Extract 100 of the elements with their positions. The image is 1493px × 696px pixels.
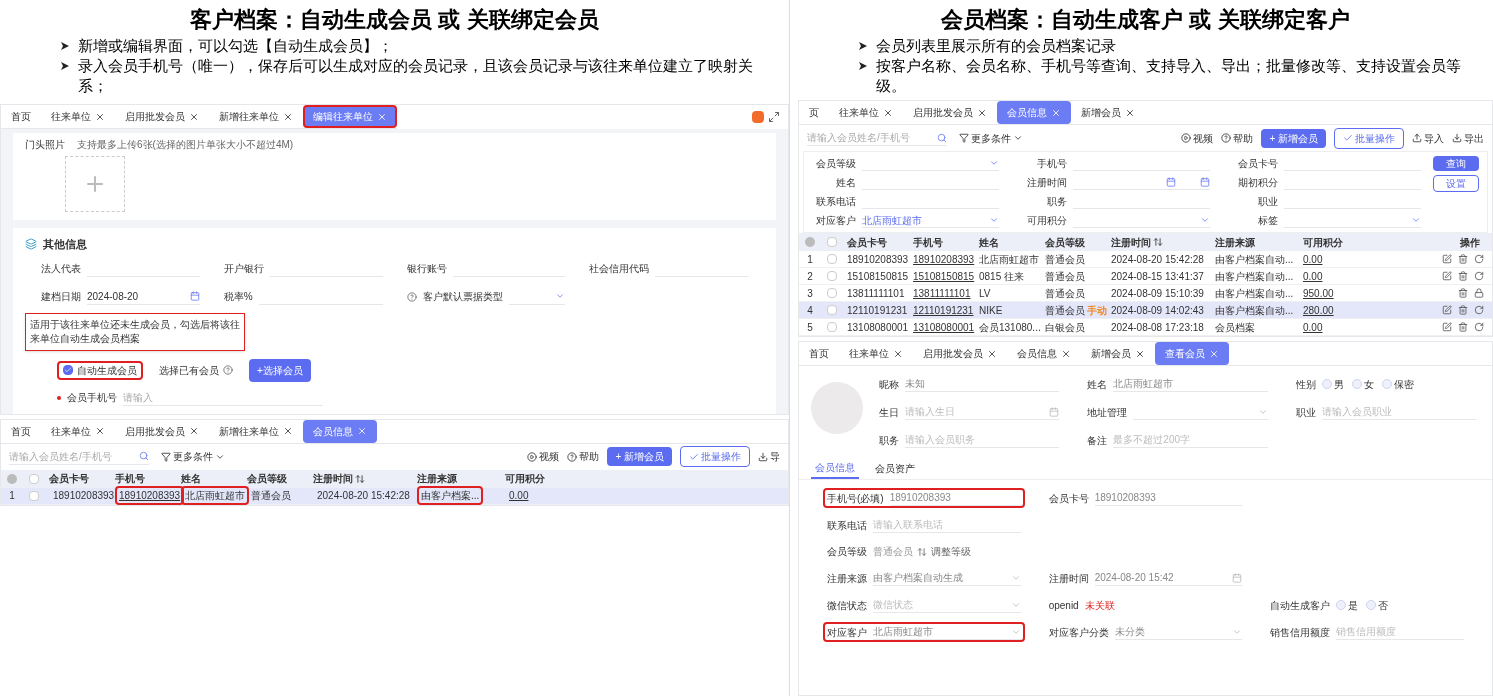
- page-tab[interactable]: 查看会员: [1155, 342, 1229, 365]
- page-tab[interactable]: 往来单位: [41, 105, 115, 128]
- close-icon[interactable]: [283, 426, 293, 436]
- table-cell[interactable]: 18910208393: [913, 251, 975, 267]
- export-button[interactable]: 导出: [1452, 130, 1484, 146]
- row-checkbox[interactable]: [827, 305, 837, 315]
- close-icon[interactable]: [95, 426, 105, 436]
- sort-icon[interactable]: [1153, 237, 1163, 247]
- input-field[interactable]: 未分类: [1114, 624, 1243, 640]
- page-tab[interactable]: 编辑往来单位: [303, 105, 397, 128]
- page-tab[interactable]: 首页: [1, 105, 41, 128]
- calendar-icon[interactable]: [1049, 406, 1060, 417]
- row-checkbox[interactable]: [827, 254, 837, 264]
- page-tab[interactable]: 新增会员: [1081, 342, 1155, 365]
- delete-icon[interactable]: [1458, 254, 1468, 264]
- close-icon[interactable]: [283, 111, 293, 122]
- fullscreen-icon[interactable]: [768, 111, 780, 123]
- page-tab[interactable]: 启用批发会员: [115, 419, 209, 443]
- page-tab[interactable]: 页: [799, 101, 829, 124]
- more-filters-button[interactable]: 更多条件: [959, 130, 1023, 146]
- input-field[interactable]: 北店雨虹超市: [873, 624, 1021, 640]
- page-tab[interactable]: 启用批发会员: [903, 101, 997, 124]
- refresh-icon[interactable]: [1474, 305, 1484, 315]
- close-icon[interactable]: [189, 426, 199, 436]
- radio-option[interactable]: 女: [1351, 376, 1374, 392]
- header-checkbox[interactable]: [827, 237, 837, 247]
- close-icon[interactable]: [189, 111, 199, 122]
- table-cell[interactable]: 15108150815: [913, 268, 975, 284]
- auto-member-checkbox[interactable]: 自动生成会员: [57, 360, 143, 380]
- page-tab[interactable]: 会员信息: [303, 419, 377, 443]
- delete-icon[interactable]: [1458, 288, 1468, 298]
- sub-tab[interactable]: 会员资产: [871, 459, 919, 478]
- radio-option[interactable]: 否: [1366, 597, 1389, 613]
- input-field[interactable]: 未知: [905, 376, 1060, 392]
- help-icon[interactable]: [223, 365, 233, 375]
- help-link[interactable]: 帮助: [1221, 130, 1254, 146]
- input-field[interactable]: 北店雨虹超市: [1113, 376, 1268, 392]
- input-field[interactable]: 2024-08-20 15:42: [1094, 570, 1243, 586]
- radio-option[interactable]: 是: [1336, 597, 1359, 613]
- close-icon[interactable]: [883, 107, 893, 118]
- calendar-icon[interactable]: [1166, 177, 1176, 187]
- delete-icon[interactable]: [1458, 322, 1468, 332]
- page-tab[interactable]: 往来单位: [41, 419, 115, 443]
- table-cell[interactable]: 12110191231: [913, 302, 974, 318]
- page-tab[interactable]: 会员信息: [997, 101, 1071, 124]
- table-cell[interactable]: 0.00: [1303, 251, 1323, 267]
- page-tab[interactable]: 新增会员: [1071, 101, 1145, 124]
- calendar-icon[interactable]: [189, 291, 200, 301]
- sub-tab[interactable]: 会员信息: [811, 458, 859, 479]
- choose-member-button[interactable]: +选择会员: [249, 358, 311, 382]
- table-cell[interactable]: 950.00: [1303, 285, 1334, 301]
- add-member-button[interactable]: + 新增会员: [1261, 128, 1326, 148]
- page-tab[interactable]: 往来单位: [839, 342, 913, 365]
- settings-button[interactable]: 设置: [1433, 175, 1479, 192]
- page-tab[interactable]: 首页: [799, 342, 839, 365]
- help-icon[interactable]: [406, 291, 417, 302]
- upload-box[interactable]: [65, 156, 125, 212]
- close-icon[interactable]: [95, 111, 105, 122]
- chevron-down-icon[interactable]: [989, 158, 999, 168]
- input-field[interactable]: 18910208393: [1094, 490, 1243, 506]
- row-checkbox[interactable]: [827, 288, 837, 298]
- page-tab[interactable]: 新增往来单位: [209, 419, 303, 443]
- refresh-icon[interactable]: [1474, 271, 1484, 281]
- edit-icon[interactable]: [1442, 322, 1452, 332]
- edit-icon[interactable]: [1442, 254, 1452, 264]
- calendar-icon[interactable]: [1232, 572, 1243, 583]
- adjust-level-link[interactable]: 调整等级: [931, 544, 971, 559]
- search-icon[interactable]: [139, 451, 149, 461]
- lock-icon[interactable]: [1474, 288, 1484, 298]
- batch-operation-button[interactable]: 批量操作: [1334, 127, 1404, 149]
- delete-icon[interactable]: [1458, 305, 1468, 315]
- close-icon[interactable]: [1061, 348, 1071, 359]
- search-icon[interactable]: [937, 132, 947, 143]
- page-tab[interactable]: 首页: [1, 419, 41, 443]
- input-field[interactable]: 由客户档案自动生成: [873, 570, 1021, 586]
- header-checkbox[interactable]: [29, 473, 39, 484]
- more-filters-button[interactable]: 更多条件: [161, 449, 225, 464]
- close-icon[interactable]: [1135, 348, 1145, 359]
- input-field[interactable]: 请输入: [123, 389, 323, 406]
- chevron-down-icon[interactable]: [555, 291, 566, 301]
- add-member-button[interactable]: + 新增会员: [607, 447, 672, 466]
- radio-option[interactable]: 保密: [1381, 376, 1414, 392]
- edit-icon[interactable]: [1442, 305, 1452, 315]
- table-cell[interactable]: 13108080001: [913, 319, 975, 335]
- page-tab[interactable]: 会员信息: [1007, 342, 1081, 365]
- video-link[interactable]: 视频: [527, 449, 560, 464]
- delete-icon[interactable]: [1458, 271, 1468, 281]
- input-field[interactable]: 北店雨虹超市: [862, 213, 999, 228]
- import-button[interactable]: 导入: [1412, 130, 1444, 146]
- close-icon[interactable]: [987, 348, 997, 359]
- batch-operation-button[interactable]: 批量操作: [680, 446, 750, 467]
- sort-icon[interactable]: [355, 473, 365, 484]
- table-cell[interactable]: 0.00: [505, 486, 533, 505]
- refresh-icon[interactable]: [1474, 254, 1484, 264]
- row-checkbox[interactable]: [827, 322, 837, 332]
- close-icon[interactable]: [977, 107, 987, 118]
- close-icon[interactable]: [1125, 107, 1135, 118]
- page-tab[interactable]: 启用批发会员: [913, 342, 1007, 365]
- help-link[interactable]: 帮助: [567, 449, 600, 464]
- table-cell[interactable]: 13811111101: [913, 285, 971, 301]
